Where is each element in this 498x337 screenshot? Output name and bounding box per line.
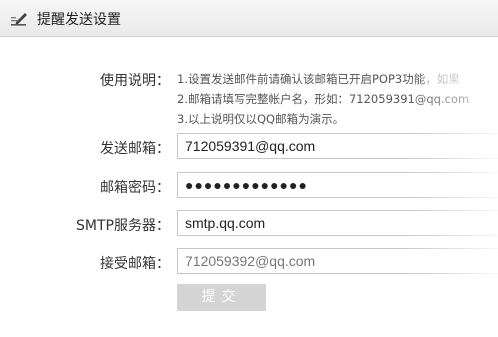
instructions-line-2-text: 2.邮箱请填写完整帐户名，形如： [177, 92, 349, 106]
instructions-line-1-tail: ，如果 [425, 72, 460, 86]
page-title: 提醒发送设置 [37, 12, 121, 28]
instructions-line-1-text: 1.设置发送邮件前请确认该邮箱已开启POP3功能 [177, 72, 426, 86]
smtp-server-input[interactable]: smtp.qq.com [177, 210, 498, 236]
sender-email-input[interactable]: 712059391@qq.com [177, 133, 498, 159]
panel-header: 提醒发送设置 [0, 0, 498, 37]
recipient-email-input[interactable]: 712059392@qq.com [177, 248, 498, 274]
settings-panel: 提醒发送设置 使用说明： 1.设置发送邮件前请确认该邮箱已开启POP3功能，如果… [0, 0, 498, 337]
instructions-label: 使用说明： [100, 73, 170, 89]
instructions-line-3: 3.以上说明仅以QQ邮箱为演示。 [177, 112, 345, 126]
instructions-line-2: 2.邮箱请填写完整帐户名，形如：712059391@qq.com [177, 91, 469, 107]
instructions-line-2-example: 712059391@qq.com [348, 92, 470, 106]
submit-button[interactable]: 提交 [177, 284, 266, 311]
smtp-server-label: SMTP服务器： [76, 218, 170, 234]
recipient-email-label: 接受邮箱： [100, 256, 170, 272]
sender-email-label: 发送邮箱： [100, 141, 170, 157]
instructions-line-1: 1.设置发送邮件前请确认该邮箱已开启POP3功能，如果 [177, 71, 460, 87]
pen-edit-icon [11, 13, 27, 26]
email-password-label: 邮箱密码： [100, 180, 170, 196]
email-password-input[interactable]: ●●●●●●●●●●●●● [177, 172, 498, 198]
